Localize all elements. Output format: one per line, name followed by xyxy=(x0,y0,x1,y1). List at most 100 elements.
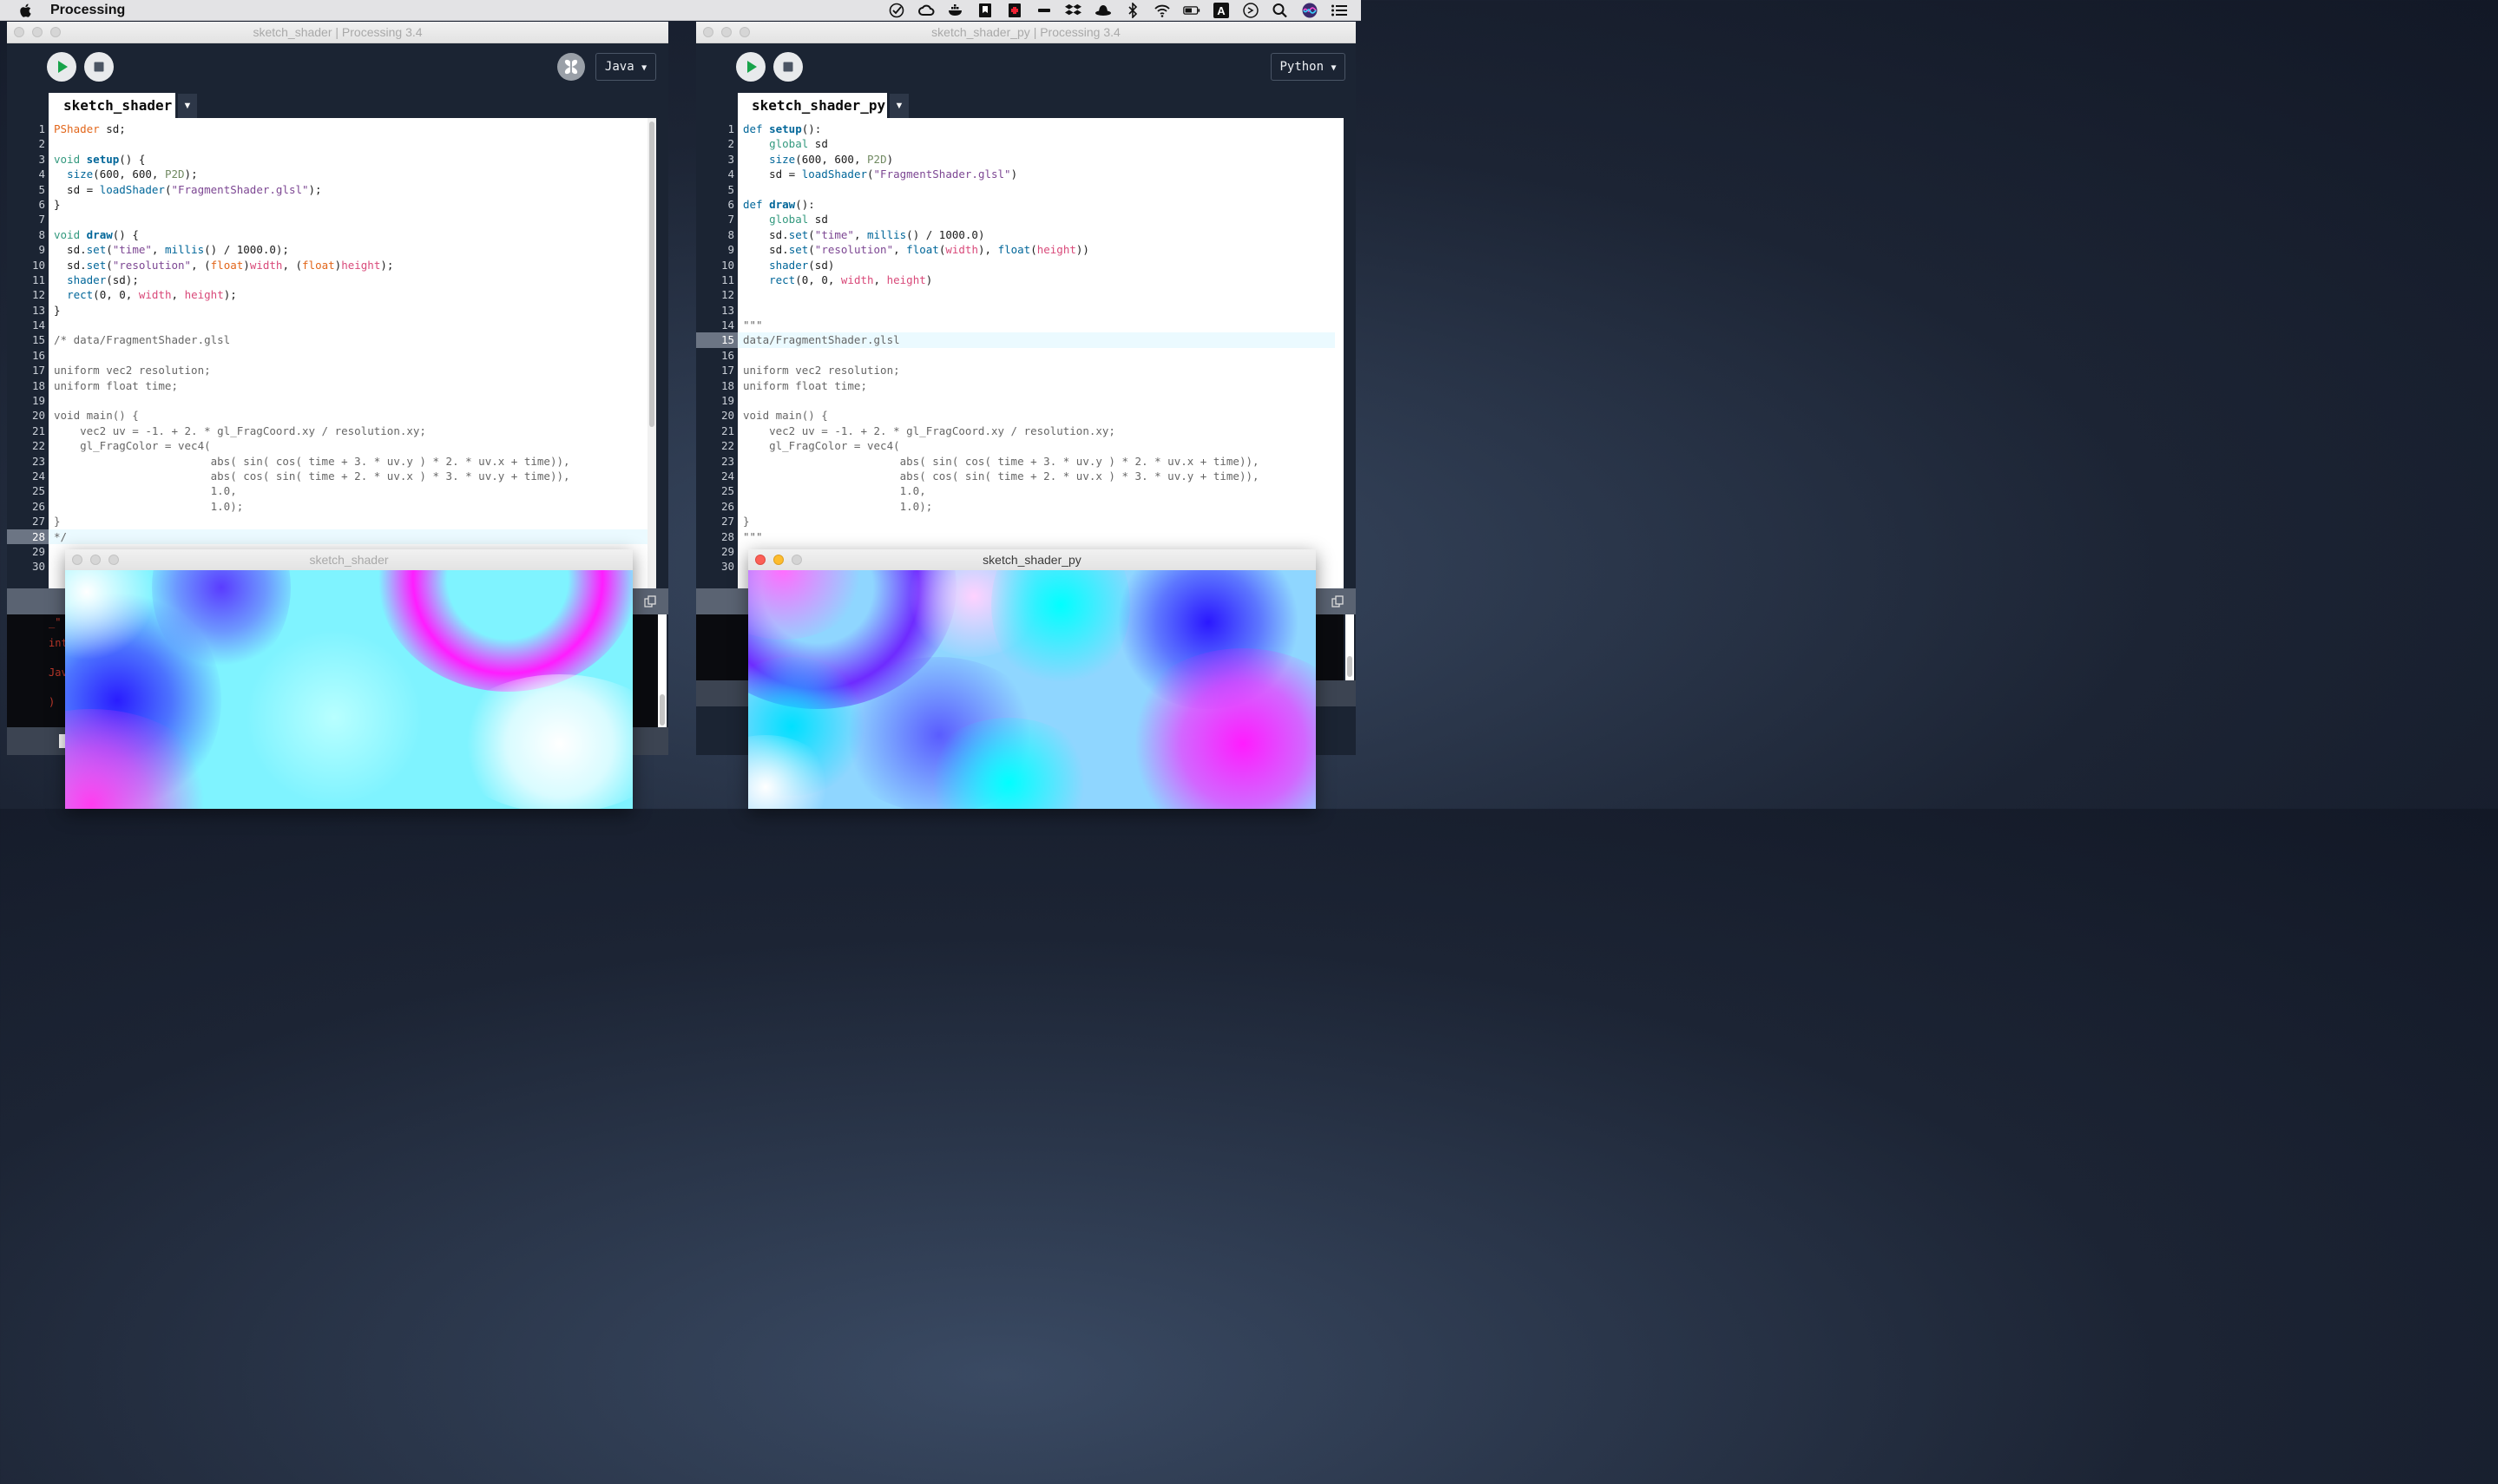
dropbox-icon[interactable] xyxy=(1064,2,1083,19)
code-line[interactable]: 13} xyxy=(7,303,656,318)
stop-button[interactable] xyxy=(84,52,114,82)
code-line[interactable]: 10 sd.set("resolution", (float)width, (f… xyxy=(7,258,656,273)
code-line[interactable]: 22 gl_FragColor = vec4( xyxy=(696,438,1344,453)
code-line[interactable]: 5 sd = loadShader("FragmentShader.glsl")… xyxy=(7,182,656,197)
code-line[interactable]: 15 data/FragmentShader.glsl xyxy=(696,332,1344,348)
run-button[interactable] xyxy=(736,52,766,82)
code-line[interactable]: 17 uniform vec2 resolution; xyxy=(696,363,1344,378)
code-line[interactable]: 27} xyxy=(7,514,656,529)
code-line[interactable]: 11 shader(sd); xyxy=(7,273,656,287)
siri-icon[interactable] xyxy=(1300,2,1319,19)
app-menu-processing[interactable]: Processing xyxy=(50,3,125,18)
code-editor[interactable]: 1 def setup(): 2 global sd 3 size(600, 600,… xyxy=(696,118,1344,588)
gauge-icon[interactable] xyxy=(1241,2,1260,19)
tab-menu-button[interactable]: ▼ xyxy=(178,94,197,118)
shader-canvas[interactable] xyxy=(65,570,633,809)
antivirus-icon[interactable] xyxy=(1005,2,1024,19)
code-line[interactable]: 25 1.0, xyxy=(696,483,1344,498)
code-line[interactable]: 3 void setup() { xyxy=(7,152,656,167)
code-line[interactable]: 18 uniform float time; xyxy=(696,378,1344,393)
debug-button[interactable] xyxy=(557,53,585,81)
console-scrollbar[interactable] xyxy=(658,614,667,727)
code-line[interactable]: 13 xyxy=(696,303,1344,318)
code-line[interactable]: 5 xyxy=(696,182,1344,197)
code-line[interactable]: 28 */ xyxy=(7,529,656,544)
code-line[interactable]: 25 1.0, xyxy=(7,483,656,498)
battery-icon[interactable] xyxy=(1182,2,1201,19)
scroll-thumb[interactable] xyxy=(649,121,654,427)
mode-selector[interactable]: Java ▼ xyxy=(595,53,656,81)
code-line[interactable]: 8 sd.set("time", millis() / 1000.0) xyxy=(696,227,1344,242)
tab-menu-button[interactable]: ▼ xyxy=(890,94,909,118)
sketch-output-window-java[interactable]: sketch_shader xyxy=(65,549,633,809)
code-line[interactable]: 20 void main() { xyxy=(696,408,1344,423)
code-line[interactable]: 4 sd = loadShader("FragmentShader.glsl") xyxy=(696,167,1344,181)
code-line[interactable]: 24 abs( cos( sin( time + 2. * uv.x ) * 3… xyxy=(696,469,1344,483)
hat-icon[interactable] xyxy=(1094,2,1113,19)
code-line[interactable]: 3 size(600, 600, P2D) xyxy=(696,152,1344,167)
tab-sketch-shader[interactable]: sketch_shader xyxy=(49,93,175,119)
code-line[interactable]: 24 abs( cos( sin( time + 2. * uv.x ) * 3… xyxy=(7,469,656,483)
code-line[interactable]: 9 sd.set("time", millis() / 1000.0); xyxy=(7,242,656,257)
minus-icon[interactable] xyxy=(1035,2,1054,19)
copy-icon[interactable] xyxy=(1331,595,1344,607)
editor-scrollbar[interactable] xyxy=(648,118,656,588)
stop-button[interactable] xyxy=(773,52,803,82)
editor-scrollbar[interactable] xyxy=(1335,118,1344,588)
code-line[interactable]: 9 sd.set("resolution", float(width), flo… xyxy=(696,242,1344,257)
code-line[interactable]: 6 def draw(): xyxy=(696,197,1344,212)
code-line[interactable]: 6} xyxy=(7,197,656,212)
code-line[interactable]: 1 PShader sd; xyxy=(7,121,656,136)
code-line[interactable]: 14 """ xyxy=(696,318,1344,332)
code-line[interactable]: 1 def setup(): xyxy=(696,121,1344,136)
code-line[interactable]: 7 xyxy=(7,212,656,227)
code-line[interactable]: 10 shader(sd) xyxy=(696,258,1344,273)
code-line[interactable]: 23 abs( sin( cos( time + 3. * uv.y ) * 2… xyxy=(7,454,656,469)
search-icon[interactable] xyxy=(1271,2,1290,19)
code-editor[interactable]: 1 PShader sd; 2 3 void setup() {4 size(600, … xyxy=(7,118,656,588)
code-line[interactable]: 26 1.0); xyxy=(696,499,1344,514)
code-line[interactable]: 19 xyxy=(7,393,656,408)
copy-icon[interactable] xyxy=(644,595,656,607)
code-line[interactable]: 26 1.0); xyxy=(7,499,656,514)
console-scrollbar[interactable] xyxy=(1345,614,1354,680)
list-icon[interactable] xyxy=(1330,2,1349,19)
code-line[interactable]: 27} xyxy=(696,514,1344,529)
code-line[interactable]: 12 rect(0, 0, width, height); xyxy=(7,287,656,302)
shader-canvas[interactable] xyxy=(748,570,1316,809)
code-line[interactable]: 14 xyxy=(7,318,656,332)
code-line[interactable]: 7 global sd xyxy=(696,212,1344,227)
bluetooth-icon[interactable] xyxy=(1123,2,1142,19)
code-line[interactable]: 17 uniform vec2 resolution; xyxy=(7,363,656,378)
docker-icon[interactable] xyxy=(946,2,965,19)
code-line[interactable]: 19 xyxy=(696,393,1344,408)
code-line[interactable]: 18 uniform float time; xyxy=(7,378,656,393)
code-line[interactable]: 16 xyxy=(7,348,656,363)
input-source-icon[interactable]: A xyxy=(1212,2,1231,19)
creative-cloud-icon[interactable] xyxy=(917,2,936,19)
console-scroll-thumb[interactable] xyxy=(1347,656,1352,677)
code-line[interactable]: 4 size(600, 600, P2D); xyxy=(7,167,656,181)
code-line[interactable]: 28 """ xyxy=(696,529,1344,544)
tab-sketch-shader-py[interactable]: sketch_shader_py xyxy=(738,93,887,119)
apple-icon[interactable] xyxy=(17,2,35,19)
run-button[interactable] xyxy=(47,52,76,82)
code-line[interactable]: 16 xyxy=(696,348,1344,363)
code-line[interactable]: 15 /* data/FragmentShader.glsl xyxy=(7,332,656,347)
mode-selector[interactable]: Python ▼ xyxy=(1271,53,1345,81)
code-line[interactable]: 23 abs( sin( cos( time + 3. * uv.y ) * 2… xyxy=(696,454,1344,469)
bookmark-icon[interactable] xyxy=(976,2,995,19)
wifi-icon[interactable] xyxy=(1153,2,1172,19)
checkmark-icon[interactable] xyxy=(887,2,906,19)
code-line[interactable]: 8 void draw() { xyxy=(7,227,656,242)
code-line[interactable]: 2 global sd xyxy=(696,136,1344,151)
code-line[interactable]: 12 xyxy=(696,287,1344,302)
code-line[interactable]: 11 rect(0, 0, width, height) xyxy=(696,273,1344,287)
code-line[interactable]: 20 void main() { xyxy=(7,408,656,423)
code-line[interactable]: 2 xyxy=(7,136,656,151)
code-line[interactable]: 21 vec2 uv = -1. + 2. * gl_FragCoord.xy … xyxy=(7,424,656,438)
code-line[interactable]: 21 vec2 uv = -1. + 2. * gl_FragCoord.xy … xyxy=(696,424,1344,438)
console-scroll-thumb[interactable] xyxy=(660,694,665,726)
sketch-output-window-python[interactable]: sketch_shader_py xyxy=(748,549,1316,809)
code-line[interactable]: 22 gl_FragColor = vec4( xyxy=(7,438,656,453)
